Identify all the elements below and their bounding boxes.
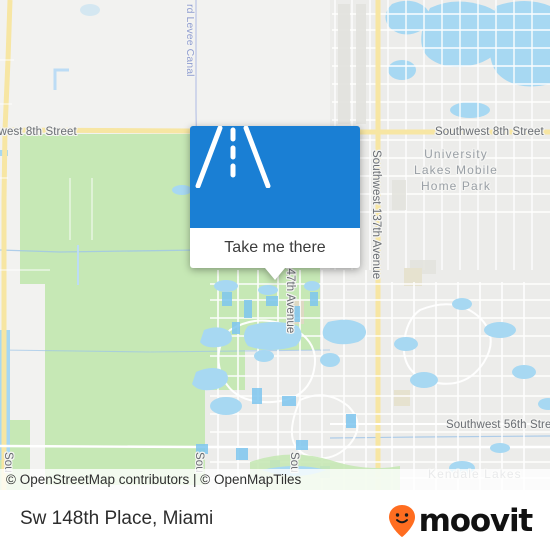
take-me-there-label: Take me there [224,239,326,256]
moovit-wordmark: moovit [418,503,534,539]
moovit-logo[interactable]: moovit [387,503,534,539]
map-attribution[interactable]: © OpenStreetMap contributors | © OpenMap… [0,469,550,490]
map-canvas[interactable]: rd Levee Canal Southwest 8th Street Sout… [0,0,550,490]
bottom-bar: Sw 148th Place, Miami moovit [0,490,550,550]
popup-pointer [265,268,285,280]
moovit-map-screen: rd Levee Canal Southwest 8th Street Sout… [0,0,550,550]
take-me-there-popup[interactable]: Take me there [190,126,360,280]
moovit-pin-icon [388,505,415,537]
location-title: Sw 148th Place, Miami [20,508,214,529]
road-icon [195,126,271,188]
popup-icon-header [190,126,360,228]
popup-action-row[interactable]: Take me there [190,228,360,268]
